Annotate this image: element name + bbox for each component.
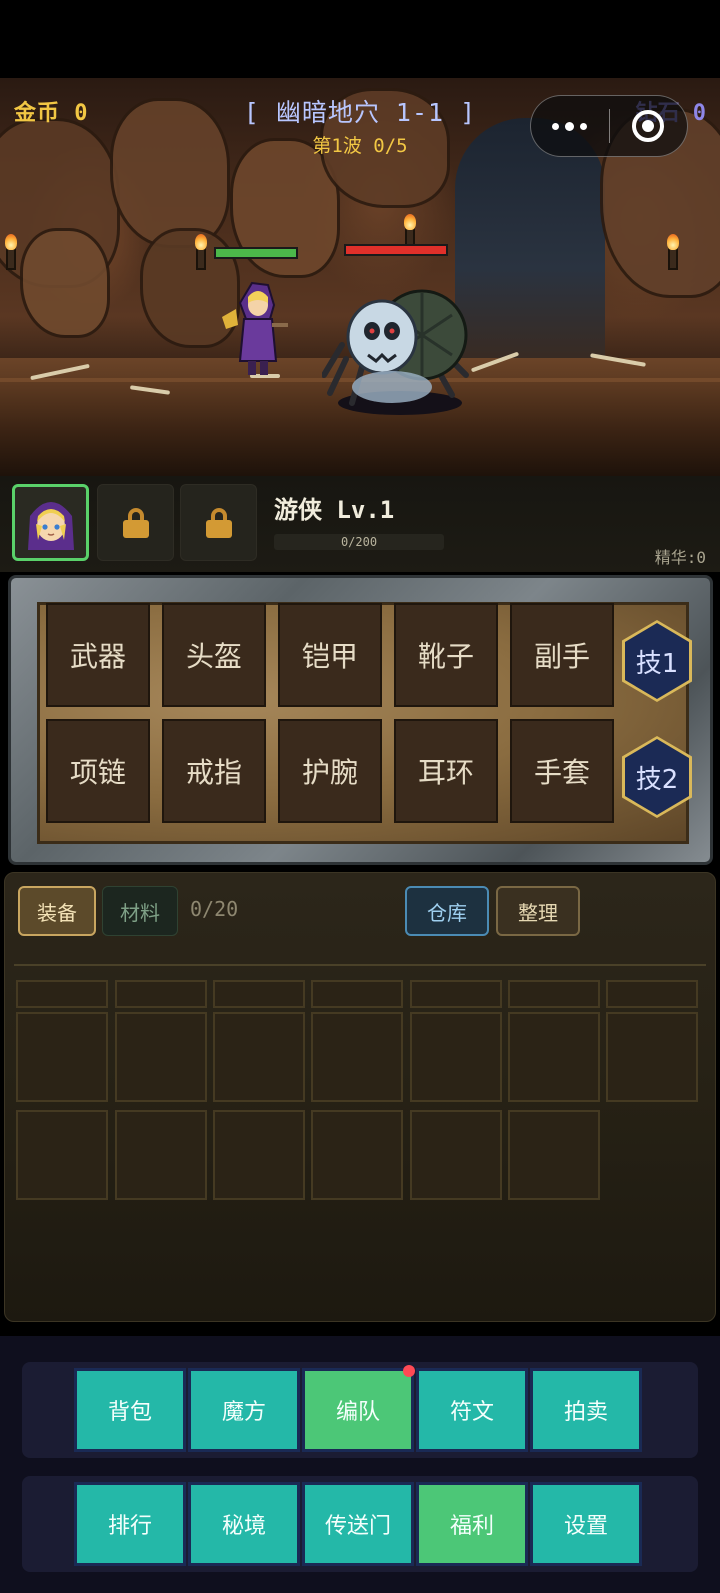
essence-counter: 精华:0	[654, 548, 706, 567]
equip-slot-gloves[interactable]: 手套	[510, 719, 614, 823]
xp-bar: 0/200	[274, 534, 444, 550]
inventory-slot[interactable]	[213, 980, 305, 1008]
inventory-slot[interactable]	[115, 980, 207, 1008]
inventory-slot[interactable]	[410, 1012, 502, 1102]
nav-rune-button[interactable]: 符文	[416, 1368, 528, 1452]
equip-slot-armor[interactable]: 铠甲	[278, 603, 382, 707]
nav-settings-button[interactable]: 设置	[530, 1482, 642, 1566]
nav-formation-label: 编队	[335, 1400, 380, 1425]
equip-slot-ring[interactable]: 戒指	[162, 719, 266, 823]
hero-hp-bar	[214, 247, 298, 259]
equip-slot-offhand[interactable]: 副手	[510, 603, 614, 707]
inventory-slot[interactable]	[311, 1012, 403, 1102]
skill-slot-1-label: 技1	[625, 623, 689, 699]
inventory-slot[interactable]	[115, 1012, 207, 1102]
xp-text: 0/200	[340, 535, 378, 549]
warehouse-button[interactable]: 仓库	[405, 886, 489, 936]
inventory-slot[interactable]	[606, 1012, 698, 1102]
inventory-slot[interactable]	[213, 1012, 305, 1102]
inventory-slot[interactable]	[508, 1012, 600, 1102]
party-slot-locked-3[interactable]	[180, 484, 257, 561]
nav-welfare-button[interactable]: 福利	[416, 1482, 528, 1566]
inventory-slot[interactable]	[16, 980, 108, 1008]
equip-slot-bracer[interactable]: 护腕	[278, 719, 382, 823]
dot-icon	[552, 122, 560, 130]
nav-formation-button[interactable]: 编队	[302, 1365, 415, 1452]
notification-dot	[403, 1365, 415, 1377]
nav-ranking-button[interactable]: 排行	[74, 1482, 186, 1566]
enemy-hp-fill	[346, 246, 446, 254]
more-button[interactable]	[531, 95, 609, 157]
miniprogram-capsule	[530, 95, 688, 157]
status-bar	[0, 0, 720, 78]
sort-button[interactable]: 整理	[496, 886, 580, 936]
equip-slot-weapon[interactable]: 武器	[46, 603, 150, 707]
hero-hp-fill	[216, 249, 296, 257]
inventory-slot[interactable]	[213, 1110, 305, 1200]
equip-slot-necklace[interactable]: 项链	[46, 719, 150, 823]
nav-auction-button[interactable]: 拍卖	[530, 1368, 642, 1452]
enemy-hp-bar	[344, 244, 448, 256]
lock-icon	[205, 507, 232, 538]
tab-equipment[interactable]: 装备	[18, 886, 96, 936]
dot-icon	[580, 122, 588, 130]
cave-spider-enemy-sprite[interactable]	[322, 275, 472, 425]
inventory-divider	[14, 964, 706, 966]
inventory-slot[interactable]	[311, 980, 403, 1008]
equip-slot-earring[interactable]: 耳环	[394, 719, 498, 823]
inventory-slot[interactable]	[606, 980, 698, 1008]
close-button[interactable]	[610, 95, 688, 157]
inventory-capacity: 0/20	[190, 897, 239, 921]
inventory-slot[interactable]	[410, 1110, 502, 1200]
equip-slot-helmet[interactable]: 头盔	[162, 603, 266, 707]
party-slot-locked-2[interactable]	[97, 484, 174, 561]
hero-name-level: 游侠 Lv.1	[274, 496, 395, 524]
ranger-hero-sprite[interactable]	[222, 275, 292, 385]
inventory-slot[interactable]	[410, 980, 502, 1008]
party-slot-hero[interactable]	[12, 484, 89, 561]
nav-backpack-button[interactable]: 背包	[74, 1368, 186, 1452]
inventory-slot[interactable]	[311, 1110, 403, 1200]
equip-slot-boots[interactable]: 靴子	[394, 603, 498, 707]
close-circle-icon	[632, 110, 665, 142]
nav-cube-button[interactable]: 魔方	[188, 1368, 300, 1452]
inventory-slot[interactable]	[508, 980, 600, 1008]
skill-slot-2-label: 技2	[625, 739, 689, 815]
lock-icon	[122, 507, 149, 538]
inventory-slot[interactable]	[115, 1110, 207, 1200]
dot-icon	[565, 121, 575, 131]
inventory-slot[interactable]	[16, 1110, 108, 1200]
hero-portrait-icon	[27, 501, 74, 550]
nav-portal-button[interactable]: 传送门	[302, 1482, 414, 1566]
tab-materials[interactable]: 材料	[102, 886, 178, 936]
inventory-slot[interactable]	[16, 1012, 108, 1102]
nav-secret-realm-button[interactable]: 秘境	[188, 1482, 300, 1566]
inventory-slot[interactable]	[508, 1110, 600, 1200]
